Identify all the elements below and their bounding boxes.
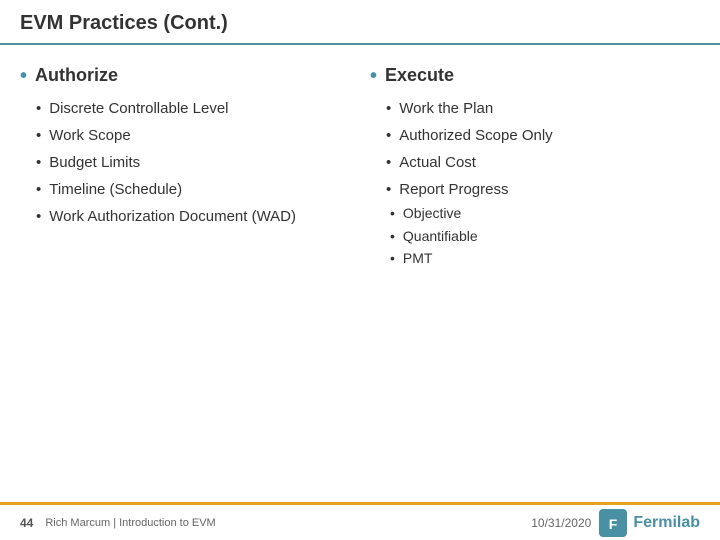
list-item: Budget Limits: [36, 152, 350, 173]
list-item: Actual Cost: [386, 152, 700, 173]
right-bullet-icon: •: [370, 66, 377, 86]
left-column-header: • Authorize: [20, 65, 350, 86]
page-title: EVM Practices (Cont.): [20, 12, 700, 35]
list-item-text: Actual Cost: [399, 152, 476, 173]
footer-citation: Rich Marcum | Introduction to EVM: [45, 517, 215, 529]
page-number: 44: [20, 516, 33, 530]
list-item: Work Authorization Document (WAD): [36, 206, 350, 227]
list-item-text: Work Scope: [49, 125, 130, 146]
fermilab-icon: F: [599, 509, 627, 537]
footer-date: 10/31/2020: [531, 516, 591, 530]
sub-list-item-text: Quantifiable: [403, 227, 478, 247]
list-item: Report Progress: [386, 179, 700, 200]
footer: 44 Rich Marcum | Introduction to EVM 10/…: [0, 502, 720, 540]
footer-right: 10/31/2020 F Fermilab: [531, 509, 700, 537]
list-item-text: Work the Plan: [399, 98, 493, 119]
list-item-text: Discrete Controllable Level: [49, 98, 228, 119]
list-item: Discrete Controllable Level: [36, 98, 350, 119]
list-item: Work Scope: [36, 125, 350, 146]
page: EVM Practices (Cont.) • Authorize Discre…: [0, 0, 720, 540]
right-column-title: Execute: [385, 65, 454, 86]
header: EVM Practices (Cont.): [0, 0, 720, 45]
list-item: Timeline (Schedule): [36, 179, 350, 200]
list-item-text: Authorized Scope Only: [399, 125, 552, 146]
list-item-text: Timeline (Schedule): [49, 179, 182, 200]
right-column-list: Work the Plan Authorized Scope Only Actu…: [370, 98, 700, 200]
content-area: • Authorize Discrete Controllable Level …: [0, 45, 720, 502]
svg-text:F: F: [609, 516, 618, 532]
list-item: Work the Plan: [386, 98, 700, 119]
left-column-title: Authorize: [35, 65, 118, 86]
list-item-text: Budget Limits: [49, 152, 140, 173]
list-item-text: Report Progress: [399, 179, 508, 200]
right-column-header: • Execute: [370, 65, 700, 86]
sub-list-item: Quantifiable: [390, 227, 700, 247]
left-column-list: Discrete Controllable Level Work Scope B…: [20, 98, 350, 227]
sub-list-item: PMT: [390, 249, 700, 269]
sub-list-item-text: PMT: [403, 249, 433, 269]
list-item-text: Work Authorization Document (WAD): [49, 206, 296, 227]
fermilab-text: Fermilab: [633, 514, 700, 532]
left-column: • Authorize Discrete Controllable Level …: [20, 65, 350, 492]
footer-left: 44 Rich Marcum | Introduction to EVM: [20, 516, 216, 530]
right-column: • Execute Work the Plan Authorized Scope…: [370, 65, 700, 492]
list-item: Authorized Scope Only: [386, 125, 700, 146]
right-column-sub-list: Objective Quantifiable PMT: [370, 204, 700, 269]
sub-list-item-text: Objective: [403, 204, 461, 224]
fermilab-logo: F Fermilab: [599, 509, 700, 537]
left-bullet-icon: •: [20, 66, 27, 86]
sub-list-item: Objective: [390, 204, 700, 224]
